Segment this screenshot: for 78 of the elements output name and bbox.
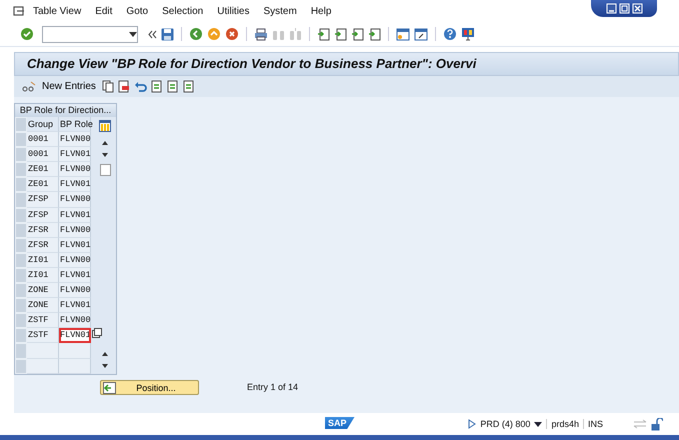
table-cell: ZE01 [27, 162, 59, 178]
table-cell[interactable]: FLVN01 [59, 177, 91, 192]
table-cell[interactable]: FLVN01 [59, 328, 91, 344]
menu-item[interactable]: Goto [126, 6, 148, 16]
cancel-icon[interactable] [225, 27, 239, 41]
column-header[interactable]: BP Role [59, 117, 91, 132]
window-icon[interactable] [414, 28, 428, 40]
lock-icon[interactable] [651, 418, 663, 430]
table-cell[interactable]: FLVN01 [59, 147, 91, 162]
table-cell[interactable]: FLVN00 [59, 132, 91, 148]
sap-logo: SAP [325, 417, 355, 429]
table-cell: 0001 [27, 147, 59, 162]
back-icon[interactable] [189, 27, 203, 41]
table-cell: 0001 [27, 132, 59, 148]
minimize-icon[interactable] [606, 3, 616, 14]
dropdown-caret-icon[interactable] [534, 422, 542, 426]
menu-item[interactable]: System [263, 6, 297, 16]
table-cell[interactable]: FLVN00 [59, 162, 91, 178]
table-cell[interactable]: FLVN01 [59, 298, 91, 314]
host-name: prds4h [546, 419, 579, 429]
copy-icon[interactable] [102, 80, 114, 93]
table-cell: ZONE [27, 283, 59, 298]
table-cell: ZONE [27, 298, 59, 314]
table-cell: ZFSR [27, 238, 59, 253]
table-caption: BP Role for Direction... [15, 104, 116, 117]
menu-item[interactable]: Utilities [217, 6, 250, 16]
table-cell[interactable]: FLVN01 [59, 238, 91, 253]
table-cell: ZI01 [27, 252, 59, 268]
column-header[interactable]: Group [27, 117, 59, 132]
scroll-down-icon[interactable] [101, 152, 109, 158]
scroll-up-icon[interactable] [101, 140, 109, 146]
table-cell: ZFSP [27, 208, 59, 223]
table-cell[interactable]: FLVN00 [59, 222, 91, 238]
system-menu-icon[interactable] [13, 6, 25, 16]
table-cell[interactable]: FLVN00 [59, 313, 91, 328]
menu-item[interactable]: Help [310, 6, 332, 16]
table-cell[interactable]: FLVN01 [59, 208, 91, 223]
screen-title: Change View "BP Role for Direction Vendor to Business Partner": Overvi [14, 52, 679, 76]
table-cell[interactable]: FLVN00 [59, 283, 91, 298]
dropdown-caret-icon[interactable] [129, 32, 137, 36]
column-settings-icon[interactable] [99, 120, 111, 132]
table-cell: ZFSR [27, 222, 59, 238]
value-help-icon[interactable] [92, 328, 102, 338]
enter-icon[interactable] [20, 27, 34, 41]
entry-count: Entry 1 of 14 [247, 381, 298, 394]
menu-item[interactable]: Table View [33, 6, 82, 16]
new-entries-button[interactable]: New Entries [40, 81, 98, 92]
table-cell: ZE01 [27, 177, 59, 192]
table-cell: ZFSP [27, 192, 59, 208]
maximize-icon[interactable] [618, 3, 630, 14]
table-cell: ZSTF [27, 328, 59, 344]
connection-icon [633, 419, 647, 429]
insert-mode: INS [582, 419, 603, 429]
menu-item[interactable]: Edit [95, 6, 112, 16]
monitor-icon[interactable] [461, 27, 475, 41]
table-cell: ZSTF [27, 313, 59, 328]
command-field[interactable] [42, 26, 138, 42]
help-icon[interactable] [443, 27, 457, 41]
table-cell[interactable]: FLVN01 [59, 268, 91, 284]
menu-item[interactable]: Selection [162, 6, 204, 16]
save-icon[interactable] [161, 28, 174, 40]
window-icon[interactable] [396, 28, 410, 40]
collapse-icon[interactable] [148, 30, 157, 38]
delete-row-icon[interactable] [118, 80, 130, 93]
system-info[interactable]: PRD (4) 800 [480, 419, 530, 429]
scrollbar-thumb[interactable] [100, 164, 110, 176]
table-cell[interactable]: FLVN00 [59, 252, 91, 268]
table-cell[interactable]: FLVN00 [59, 192, 91, 208]
print-icon[interactable] [254, 28, 268, 40]
position-button[interactable]: Position... [100, 380, 199, 395]
position-icon [103, 382, 116, 394]
table-cell: ZI01 [27, 268, 59, 284]
glasses-pencil-icon[interactable] [22, 80, 36, 92]
close-icon[interactable] [632, 3, 642, 14]
scroll-down-icon[interactable] [101, 362, 109, 369]
undo-icon[interactable] [134, 80, 147, 92]
scroll-up-icon[interactable] [101, 350, 109, 357]
play-icon[interactable] [468, 419, 476, 429]
